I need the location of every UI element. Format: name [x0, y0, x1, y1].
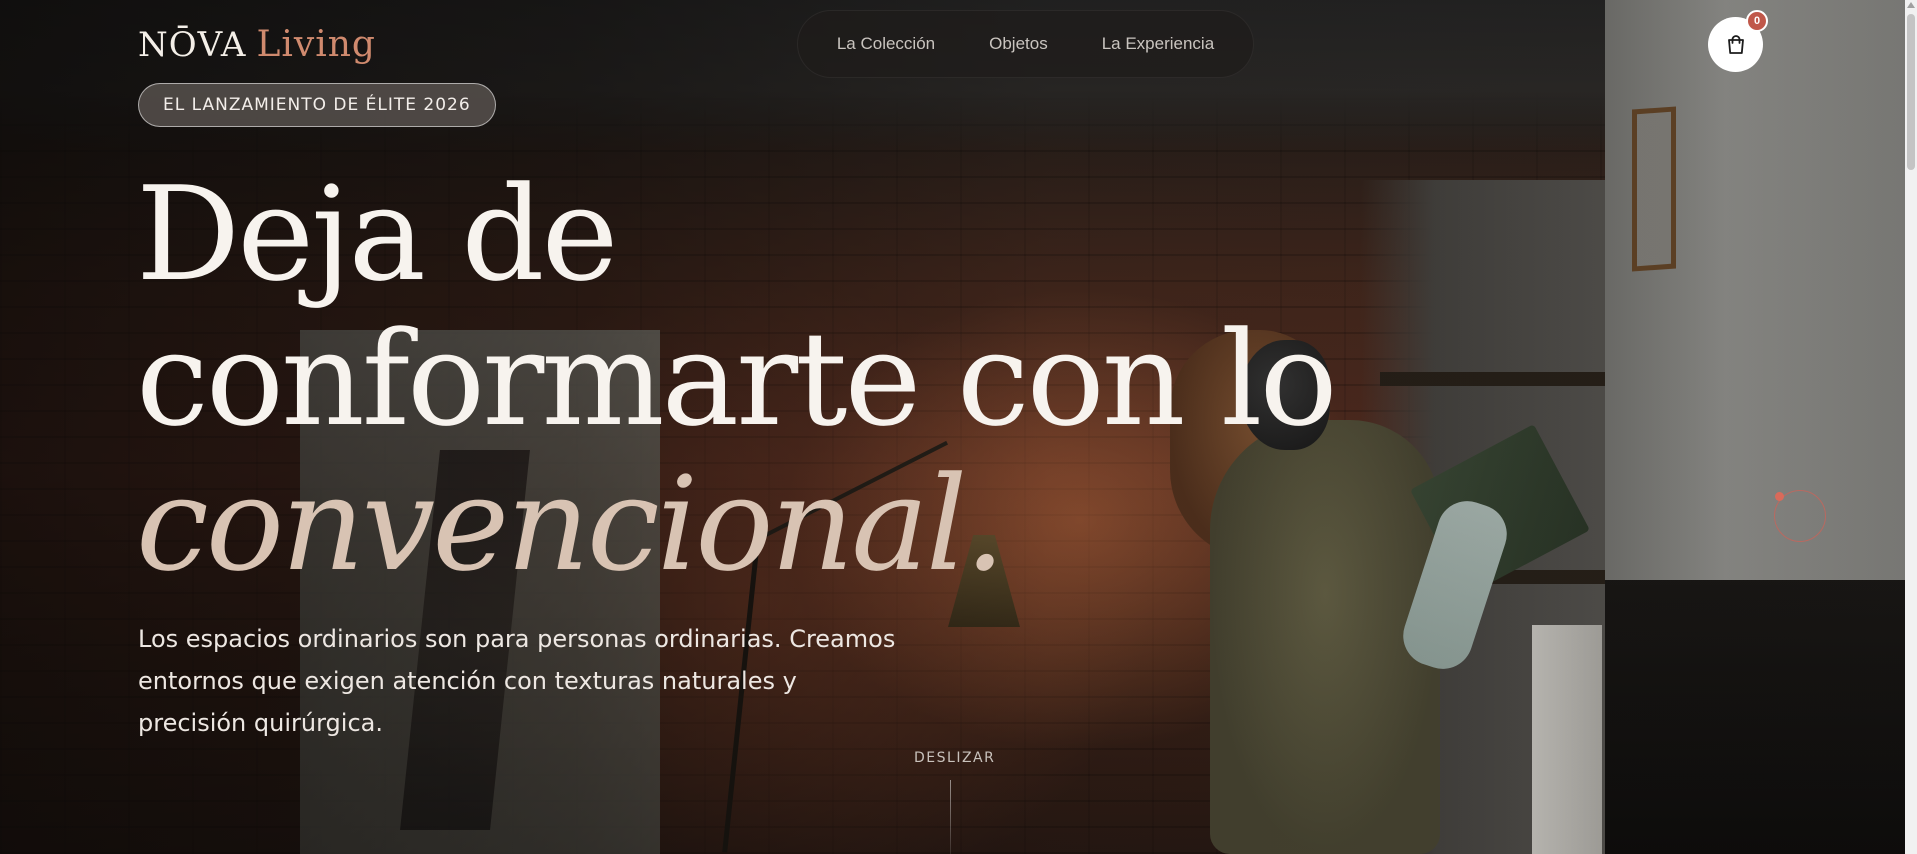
nav-item-objetos[interactable]: Objetos	[989, 34, 1048, 54]
scroll-up-arrow-icon[interactable]	[1907, 2, 1915, 8]
brand-name: NŌVA	[138, 25, 247, 65]
hero-headline: Deja de conformarte con lo convencional.	[136, 158, 1338, 600]
headline-line-3: convencional.	[136, 448, 1006, 600]
hero-subtext: Los espacios ordinarios son para persona…	[138, 625, 896, 737]
shopping-bag-icon	[1727, 34, 1744, 54]
launch-badge: EL LANZAMIENTO DE ÉLITE 2026	[138, 83, 496, 127]
main-nav: La Colección Objetos La Experiencia	[797, 10, 1254, 78]
page-scrollbar[interactable]	[1905, 0, 1917, 854]
nav-item-la-coleccion[interactable]: La Colección	[837, 34, 935, 54]
scroll-cue-line	[950, 780, 951, 854]
headline-line-1: Deja de	[136, 158, 618, 310]
headline-line-2: conformarte con lo	[136, 303, 1338, 455]
scrollbar-thumb[interactable]	[1907, 14, 1915, 170]
scroll-cue-label[interactable]: DESLIZAR	[914, 750, 995, 766]
cart-count-badge: 0	[1746, 10, 1768, 32]
cursor-dot	[1775, 492, 1784, 501]
brand-logo[interactable]: NŌVA Living	[138, 24, 376, 65]
nav-item-la-experiencia[interactable]: La Experiencia	[1102, 34, 1214, 54]
brand-accent: Living	[256, 24, 376, 65]
